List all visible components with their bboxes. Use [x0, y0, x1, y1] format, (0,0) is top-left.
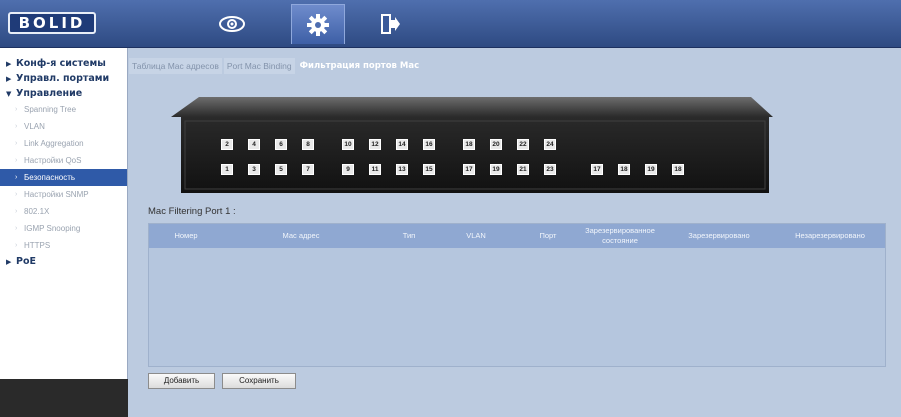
logo: BOLID	[8, 12, 96, 34]
chevron-right-icon: ›	[15, 106, 18, 113]
sidebar-section-poe[interactable]: ▶ PoE	[0, 254, 127, 269]
sidebar-item-spanning-tree[interactable]: › Spanning Tree	[0, 101, 127, 118]
nav-settings-button[interactable]	[291, 4, 345, 44]
triangle-down-icon: ▼	[6, 90, 12, 98]
sidebar: ▶ Конф-я системы ▶ Управл. портами ▼ Управл…	[0, 48, 128, 417]
sidebar-item-label: IGMP Snooping	[24, 224, 81, 233]
save-button[interactable]: Сохранить	[222, 373, 296, 389]
tab-port-mac-binding[interactable]: Port Mac Binding	[223, 58, 295, 74]
sidebar-item-security[interactable]: › Безопасность	[0, 169, 127, 186]
port-2[interactable]: 2	[221, 139, 233, 150]
triangle-right-icon: ▶	[6, 60, 12, 68]
column-header-vlan: VLAN	[466, 231, 486, 240]
sidebar-item-https[interactable]: › HTTPS	[0, 237, 127, 254]
chevron-right-icon: ›	[15, 157, 18, 164]
column-header-reserved: Зарезервировано	[688, 231, 750, 240]
port-19[interactable]: 19	[490, 164, 502, 175]
sidebar-item-link-aggregation[interactable]: › Link Aggregation	[0, 135, 127, 152]
sidebar-item-snmp[interactable]: › Настройки SNMP	[0, 186, 127, 203]
port-18[interactable]: 18	[463, 139, 475, 150]
port-7[interactable]: 7	[302, 164, 314, 175]
port-16[interactable]: 16	[423, 139, 435, 150]
sidebar-section-management[interactable]: ▼ Управление	[0, 86, 127, 101]
triangle-right-icon: ▶	[6, 258, 12, 266]
sidebar-footer	[0, 379, 128, 417]
mac-filter-table: Номер Мас адрес Тип VLAN Порт Зарезервир…	[148, 223, 886, 367]
port-23[interactable]: 23	[544, 164, 556, 175]
port-12[interactable]: 12	[369, 139, 381, 150]
port-24[interactable]: 24	[544, 139, 556, 150]
nav-status-button[interactable]	[205, 4, 259, 44]
tab-port-mac-filtering[interactable]: Фильтрация портов Mac	[296, 58, 423, 74]
port-21[interactable]: 21	[517, 164, 529, 175]
tab-mac-table[interactable]: Таблица Mac адресов	[129, 58, 222, 74]
port-17[interactable]: 17	[591, 164, 603, 175]
sidebar-item-label: 802.1X	[24, 207, 50, 216]
port-3[interactable]: 3	[248, 164, 260, 175]
chevron-right-icon: ›	[15, 242, 18, 249]
port-13[interactable]: 13	[396, 164, 408, 175]
tab-bar: Таблица Mac адресов Port Mac Binding Фил…	[129, 58, 424, 74]
sidebar-section-system-config[interactable]: ▶ Конф-я системы	[0, 56, 127, 71]
sidebar-item-igmp-snooping[interactable]: › IGMP Snooping	[0, 220, 127, 237]
sidebar-section-label: Управление	[16, 88, 83, 99]
column-header-type: Тип	[402, 231, 416, 240]
exit-icon	[381, 14, 400, 34]
chevron-right-icon: ›	[15, 191, 18, 198]
column-header-unreserved: Незарезервировано	[795, 231, 865, 240]
nav-logout-button[interactable]	[362, 4, 416, 44]
column-header-port: Порт	[539, 231, 557, 240]
port-20[interactable]: 20	[490, 139, 502, 150]
sidebar-section-label: PoE	[16, 256, 36, 267]
sidebar-item-label: Безопасность	[24, 173, 76, 182]
port-5[interactable]: 5	[275, 164, 287, 175]
chevron-right-icon: ›	[15, 140, 18, 147]
sidebar-item-label: Настройки SNMP	[24, 190, 89, 199]
port-14[interactable]: 14	[396, 139, 408, 150]
chevron-right-icon: ›	[15, 174, 18, 181]
sidebar-item-label: Настройки QoS	[24, 156, 82, 165]
switch-front-panel: 2 4 6 8 10 12 14 16 18 20 22 24 1 3 5 7 9 11 13 15 17 19 21 23 1…	[171, 97, 773, 195]
port-9[interactable]: 9	[342, 164, 354, 175]
sidebar-item-label: Link Aggregation	[24, 139, 84, 148]
gear-icon	[307, 13, 329, 36]
eye-icon	[219, 16, 245, 32]
port-18[interactable]: 18	[618, 164, 630, 175]
port-1[interactable]: 1	[221, 164, 233, 175]
port-22[interactable]: 22	[517, 139, 529, 150]
column-header-reserved-state: Зарезервированное состояние	[585, 226, 655, 245]
column-header-mac: Мас адрес	[282, 231, 320, 240]
sidebar-item-label: VLAN	[24, 122, 45, 131]
sidebar-section-label: Конф-я системы	[16, 58, 106, 69]
port-18[interactable]: 18	[672, 164, 684, 175]
table-header: Номер Мас адрес Тип VLAN Порт Зарезервир…	[149, 224, 885, 248]
sidebar-item-vlan[interactable]: › VLAN	[0, 118, 127, 135]
add-button[interactable]: Добавить	[148, 373, 215, 389]
port-6[interactable]: 6	[275, 139, 287, 150]
port-15[interactable]: 15	[423, 164, 435, 175]
column-header-number: Номер	[174, 231, 198, 240]
triangle-right-icon: ▶	[6, 75, 12, 83]
chevron-right-icon: ›	[15, 208, 18, 215]
sidebar-item-label: HTTPS	[24, 241, 51, 250]
chevron-right-icon: ›	[15, 123, 18, 130]
sidebar-section-label: Управл. портами	[16, 73, 110, 84]
sidebar-item-8021x[interactable]: › 802.1X	[0, 203, 127, 220]
sidebar-section-port-management[interactable]: ▶ Управл. портами	[0, 71, 127, 86]
port-4[interactable]: 4	[248, 139, 260, 150]
sidebar-item-qos[interactable]: › Настройки QoS	[0, 152, 127, 169]
port-17[interactable]: 17	[463, 164, 475, 175]
top-bar: BOLID	[0, 0, 901, 48]
port-11[interactable]: 11	[369, 164, 381, 175]
sidebar-item-label: Spanning Tree	[24, 105, 77, 114]
port-10[interactable]: 10	[342, 139, 354, 150]
filter-title: Mac Filtering Port 1 :	[148, 206, 236, 217]
port-19[interactable]: 19	[645, 164, 657, 175]
chevron-right-icon: ›	[15, 225, 18, 232]
port-8[interactable]: 8	[302, 139, 314, 150]
